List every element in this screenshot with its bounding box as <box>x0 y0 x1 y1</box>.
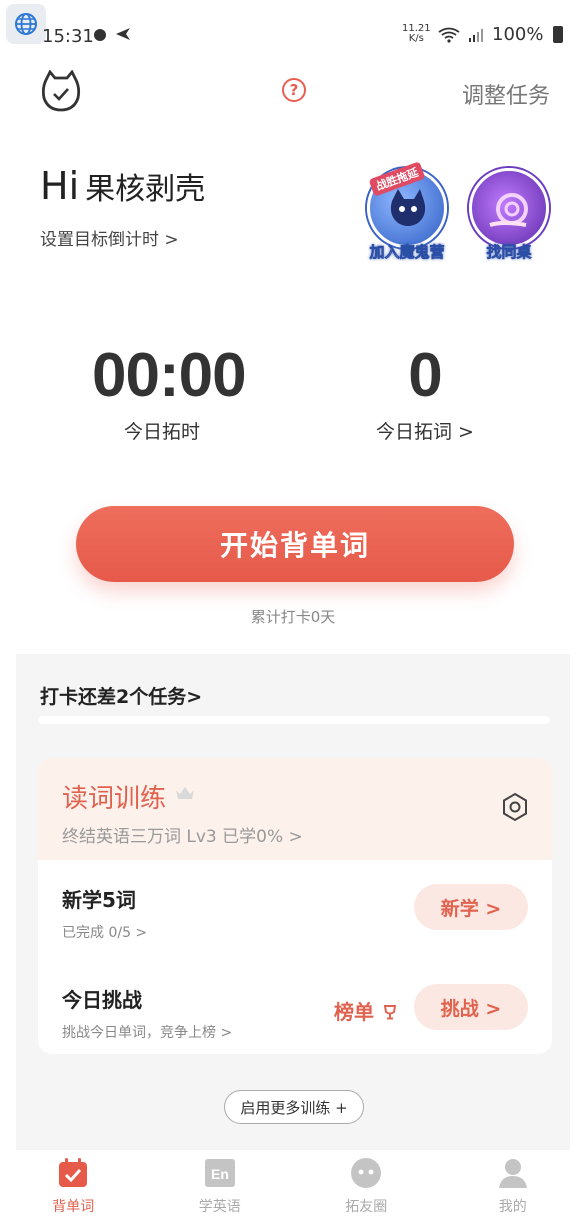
start-memorizing-button[interactable]: 开始背单词 <box>76 506 514 582</box>
training-subtitle[interactable]: 终结英语三万词 Lv3 已学0% > <box>62 822 303 847</box>
bottom-nav: 背单词 En 学英语 拓友圈 我的 <box>0 1150 586 1220</box>
today-time-label: 今日拓时 <box>123 421 200 443</box>
nav-item-friends[interactable]: 拓友圈 <box>293 1150 440 1220</box>
nav-label-friends: 拓友圈 <box>345 1199 388 1215</box>
training-title: 读词训练 <box>62 784 167 814</box>
status-time: 15:31 <box>42 26 94 47</box>
user-name: 果核剥壳 <box>85 172 206 207</box>
settings-hex-icon[interactable] <box>500 792 530 822</box>
task-section: 打卡还差2个任务> 读词训练 终结英语三万词 Lv3 已学0% > 新学5词 已… <box>16 654 570 1150</box>
nav-item-learn-english[interactable]: En 学英语 <box>147 1150 294 1220</box>
today-time-stat: 00:00 今日拓时 <box>92 340 247 444</box>
nav-item-me[interactable]: 我的 <box>440 1150 586 1220</box>
nav-item-memorize[interactable]: 背单词 <box>0 1150 147 1220</box>
daily-challenge-row: 今日挑战 挑战今日单词，竞争上榜 > 榜单 挑战 > <box>38 962 552 1054</box>
today-words-stat[interactable]: 0 今日拓词 > <box>360 340 490 444</box>
join-camp-badge[interactable]: 战胜拖延 加入魔鬼营 <box>362 161 452 261</box>
tasks-remaining-link[interactable]: 打卡还差2个任务> <box>40 682 202 709</box>
help-icon[interactable]: ? <box>282 78 306 102</box>
signal-icon <box>469 28 483 42</box>
find-deskmate-label: 找同桌 <box>486 243 532 262</box>
nav-label-me: 我的 <box>498 1199 527 1215</box>
challenge-title: 今日挑战 <box>62 988 142 1012</box>
adjust-task-link[interactable]: 调整任务 <box>462 78 550 110</box>
status-bar: 15:31 11.21 K/s 100% <box>0 0 586 70</box>
net-speed: 11.21 K/s <box>402 24 431 44</box>
new-words-row: 新学5词 已完成 0/5 > 新学 > <box>38 862 552 958</box>
checkin-days-text: 累计打卡0天 <box>250 608 336 626</box>
challenge-sub[interactable]: 挑战今日单词，竞争上榜 > <box>62 1022 232 1042</box>
today-words-label[interactable]: 今日拓词 > <box>360 417 490 444</box>
new-learn-button[interactable]: 新学 > <box>414 884 528 930</box>
calendar-check-icon <box>56 1156 90 1190</box>
globe-icon[interactable] <box>6 4 46 44</box>
nav-label-learn-english: 学英语 <box>198 1199 241 1215</box>
enable-more-training-button[interactable]: 启用更多训练 + <box>224 1090 364 1124</box>
today-time-value: 00:00 <box>92 341 247 410</box>
new-words-progress[interactable]: 已完成 0/5 > <box>62 922 147 942</box>
crown-icon <box>174 784 196 802</box>
today-words-value: 0 <box>408 341 442 410</box>
person-icon <box>496 1156 530 1190</box>
greeting-hi: Hi <box>40 164 80 208</box>
leaderboard-label: 榜单 <box>334 1000 374 1024</box>
trophy-icon <box>383 1005 397 1020</box>
svg-text:En: En <box>211 1166 229 1182</box>
en-icon: En <box>203 1156 237 1190</box>
training-card-header[interactable]: 读词训练 终结英语三万词 Lv3 已学0% > <box>38 758 552 860</box>
find-deskmate-badge[interactable]: 找同桌 <box>464 168 554 261</box>
join-camp-label: 加入魔鬼营 <box>369 243 445 262</box>
battery-percent: 100% <box>492 24 544 45</box>
mascot-icon[interactable] <box>40 69 82 112</box>
status-right: 100% <box>438 24 564 45</box>
greeting: Hi 果核剥壳 <box>40 164 205 208</box>
notification-icons <box>92 26 132 46</box>
challenge-button[interactable]: 挑战 > <box>414 984 528 1030</box>
reading-training-card: 读词训练 终结英语三万词 Lv3 已学0% > 新学5词 已完成 0/5 > 新… <box>38 758 552 1054</box>
set-countdown-link[interactable]: 设置目标倒计时 > <box>40 225 179 250</box>
battery-icon <box>553 26 564 43</box>
nav-label-memorize: 背单词 <box>52 1199 95 1215</box>
new-words-title: 新学5词 <box>62 888 136 912</box>
divider <box>38 716 550 724</box>
chat-bubble-icon <box>349 1156 383 1190</box>
leaderboard-link[interactable]: 榜单 <box>334 996 399 1025</box>
net-speed-unit: K/s <box>408 33 424 44</box>
wifi-icon <box>438 27 460 43</box>
snail-icon <box>469 168 549 248</box>
